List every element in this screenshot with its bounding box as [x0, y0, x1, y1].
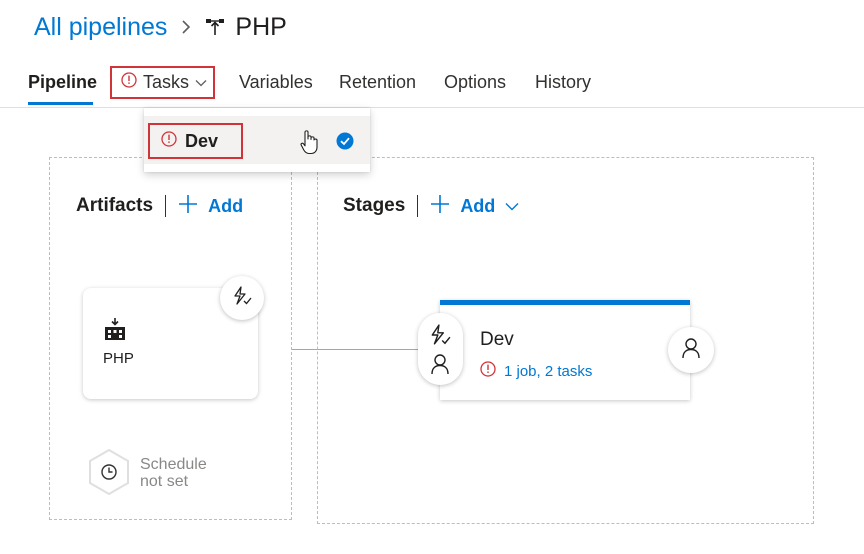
- error-icon: [121, 72, 137, 93]
- add-stage-label: Add: [460, 195, 496, 216]
- tab-options[interactable]: Options: [444, 72, 506, 93]
- chevron-right-icon: [181, 19, 191, 35]
- artifacts-header: Artifacts Add: [76, 193, 243, 219]
- schedule-line-1: Schedule: [140, 456, 207, 473]
- tab-retention[interactable]: Retention: [339, 72, 416, 93]
- divider: [417, 195, 419, 217]
- tab-bar: Pipeline Tasks Variables Retention Optio…: [0, 58, 864, 108]
- build-artifact-icon: [104, 318, 126, 347]
- error-icon: [161, 130, 177, 152]
- add-stage-button[interactable]: Add: [430, 194, 519, 219]
- schedule-line-2: not set: [140, 473, 189, 490]
- stage-tasks-link[interactable]: 1 job, 2 tasks: [480, 361, 592, 382]
- breadcrumb: All pipelines PHP: [34, 10, 287, 44]
- schedule-status[interactable]: Schedule not set: [140, 456, 207, 490]
- checkmark-icon: [336, 132, 354, 155]
- menu-item-dev[interactable]: Dev: [144, 116, 370, 164]
- chevron-down-icon: [195, 74, 207, 92]
- active-tab-indicator: [28, 102, 93, 105]
- stages-title: Stages: [343, 195, 406, 216]
- artifact-name: PHP: [103, 350, 134, 367]
- tab-history[interactable]: History: [535, 72, 591, 93]
- schedule-hexagon[interactable]: [87, 448, 131, 501]
- error-icon: [480, 361, 496, 382]
- stages-header: Stages Add: [343, 193, 519, 219]
- menu-item-dev-label-box[interactable]: Dev: [148, 123, 243, 159]
- all-pipelines-link[interactable]: All pipelines: [34, 13, 167, 42]
- lightning-check-icon: [232, 285, 252, 311]
- lightning-check-icon[interactable]: [429, 324, 451, 351]
- add-artifact-button[interactable]: Add: [178, 194, 243, 219]
- tab-tasks[interactable]: Tasks: [110, 66, 215, 99]
- person-icon: [681, 337, 701, 364]
- tasks-dropdown-menu: Dev: [144, 108, 370, 172]
- release-pipeline-icon: [205, 17, 225, 37]
- page-title: PHP: [235, 12, 287, 41]
- tab-pipeline[interactable]: Pipeline: [28, 72, 97, 93]
- continuous-deployment-trigger-button[interactable]: [220, 276, 264, 320]
- menu-item-label: Dev: [185, 130, 219, 151]
- add-artifact-label: Add: [208, 195, 244, 216]
- tab-tasks-label: Tasks: [143, 72, 190, 92]
- person-icon[interactable]: [430, 353, 450, 380]
- stage-card-dev[interactable]: Dev 1 job, 2 tasks: [440, 300, 690, 400]
- hand-cursor-icon: [299, 128, 321, 161]
- chevron-down-icon[interactable]: [505, 202, 519, 211]
- stage-name: Dev: [480, 329, 514, 350]
- post-deployment-approvals-button[interactable]: [668, 327, 714, 373]
- plus-icon: [430, 194, 450, 219]
- plus-icon: [178, 194, 198, 219]
- stage-status-text: 1 job, 2 tasks: [504, 363, 593, 380]
- pre-deployment-conditions: [418, 313, 463, 385]
- divider: [165, 195, 167, 217]
- artifacts-title: Artifacts: [76, 195, 154, 216]
- tab-variables[interactable]: Variables: [239, 72, 313, 93]
